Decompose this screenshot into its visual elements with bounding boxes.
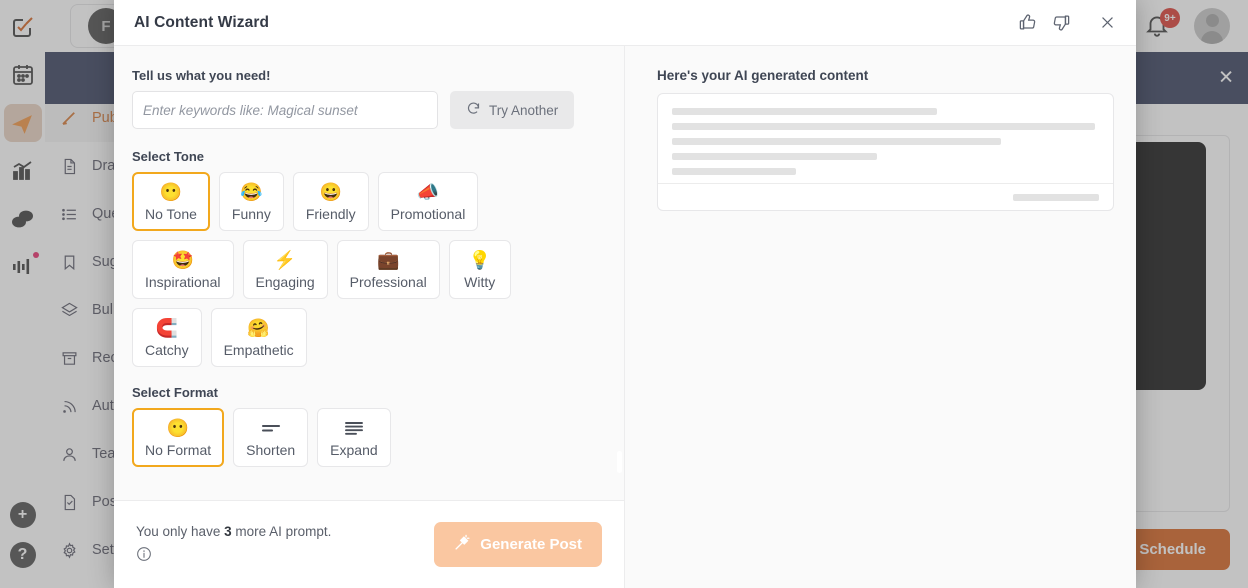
- lightbulb-icon: 💡: [468, 250, 491, 270]
- format-label-text: Shorten: [246, 442, 296, 458]
- expand-icon: [343, 417, 365, 439]
- magnet-icon: 🧲: [155, 318, 178, 338]
- modal-header: AI Content Wizard: [114, 0, 1136, 46]
- skeleton-action: [1013, 193, 1099, 201]
- format-label-text: Expand: [330, 442, 378, 458]
- generated-content-card: [657, 93, 1114, 211]
- generate-post-button[interactable]: Generate Post: [434, 522, 602, 567]
- thumbs-down-icon[interactable]: [1048, 10, 1074, 36]
- tone-option-professional[interactable]: 💼 Professional: [336, 240, 440, 299]
- format-option-no-format[interactable]: 😶 No Format: [132, 408, 225, 467]
- hug-icon: 🤗: [247, 318, 270, 338]
- tone-option-empathetic[interactable]: 🤗 Empathetic: [210, 308, 307, 367]
- friendly-icon: 😀: [319, 182, 342, 202]
- skeleton-line: [672, 108, 937, 115]
- tone-label: Select Tone: [132, 149, 205, 164]
- skeleton-line: [672, 138, 1001, 145]
- keywords-input[interactable]: [132, 91, 438, 129]
- wizard-right-pane: Here's your AI generated content: [625, 46, 1136, 588]
- tone-label-text: Witty: [464, 274, 496, 290]
- magic-wand-icon: [454, 534, 471, 555]
- skeleton-line: [672, 153, 877, 160]
- content-card-footer: [658, 183, 1113, 210]
- tone-option-catchy[interactable]: 🧲 Catchy: [132, 308, 202, 367]
- tone-option-friendly[interactable]: 😀 Friendly: [292, 172, 369, 231]
- tone-option-no-tone[interactable]: 😶 No Tone: [132, 172, 210, 231]
- tone-label-text: Friendly: [305, 206, 356, 222]
- skeleton-line: [672, 168, 796, 175]
- tone-label-text: Professional: [349, 274, 427, 290]
- page-title: AI Content Wizard: [134, 13, 270, 31]
- tone-option-inspirational[interactable]: 🤩 Inspirational: [132, 240, 234, 299]
- refresh-icon: [466, 101, 481, 119]
- generate-post-label: Generate Post: [480, 536, 582, 553]
- tone-label-text: Catchy: [145, 342, 189, 358]
- content-skeleton: [658, 94, 1113, 183]
- quota-count: 3: [224, 523, 232, 539]
- tone-option-witty[interactable]: 💡 Witty: [448, 240, 511, 299]
- try-another-label: Try Another: [489, 102, 559, 118]
- info-icon[interactable]: [136, 546, 331, 569]
- tone-option-funny[interactable]: 😂 Funny: [218, 172, 284, 231]
- quota-prefix: You only have: [136, 523, 225, 539]
- briefcase-icon: 💼: [376, 250, 400, 270]
- no-tone-icon: 😶: [159, 182, 183, 202]
- quota-suffix: more AI prompt.: [231, 523, 332, 539]
- wizard-left-pane: Tell us what you need! Try Another Selec…: [114, 46, 625, 588]
- tone-option-engaging[interactable]: ⚡ Engaging: [242, 240, 328, 299]
- close-icon[interactable]: [1094, 10, 1120, 36]
- tone-label-text: Inspirational: [145, 274, 221, 290]
- tone-options: 😶 No Tone 😂 Funny 😀 Friendly 📣 Promotion…: [132, 172, 532, 367]
- tone-label-text: Empathetic: [223, 342, 294, 358]
- ai-content-wizard-modal: AI Content Wizard Tell us what you need!: [114, 0, 1136, 588]
- try-another-button[interactable]: Try Another: [450, 91, 575, 129]
- quota-text: You only have 3 more AI prompt.: [136, 521, 331, 568]
- format-label-text: No Format: [145, 442, 212, 458]
- prompt-row: Try Another: [132, 91, 624, 129]
- funny-icon: 😂: [240, 182, 263, 202]
- tone-label-text: Engaging: [255, 274, 315, 290]
- wizard-options-scroll: Tell us what you need! Try Another Selec…: [114, 46, 624, 500]
- format-option-expand[interactable]: Expand: [317, 408, 391, 467]
- star-struck-icon: 🤩: [171, 250, 194, 270]
- tone-option-promotional[interactable]: 📣 Promotional: [377, 172, 479, 231]
- format-label: Select Format: [132, 385, 218, 400]
- wizard-footer: You only have 3 more AI prompt. Generate…: [114, 500, 624, 588]
- no-format-icon: 😶: [166, 418, 190, 438]
- tone-label-text: No Tone: [145, 206, 197, 222]
- format-options: 😶 No Format Shorten Expand: [132, 408, 532, 467]
- skeleton-line: [672, 123, 1095, 130]
- tone-label-text: Funny: [231, 206, 271, 222]
- thumbs-up-icon[interactable]: [1014, 10, 1040, 36]
- megaphone-icon: 📣: [416, 182, 440, 202]
- shorten-icon: [260, 417, 282, 439]
- generated-content-title: Here's your AI generated content: [657, 68, 869, 83]
- left-pane-scrollbar[interactable]: [617, 451, 622, 473]
- lightning-icon: ⚡: [273, 250, 297, 270]
- tone-label-text: Promotional: [390, 206, 466, 222]
- modal-header-actions: [1014, 10, 1120, 36]
- modal-body: Tell us what you need! Try Another Selec…: [114, 46, 1136, 588]
- prompt-label: Tell us what you need!: [132, 68, 271, 83]
- format-option-shorten[interactable]: Shorten: [233, 408, 309, 467]
